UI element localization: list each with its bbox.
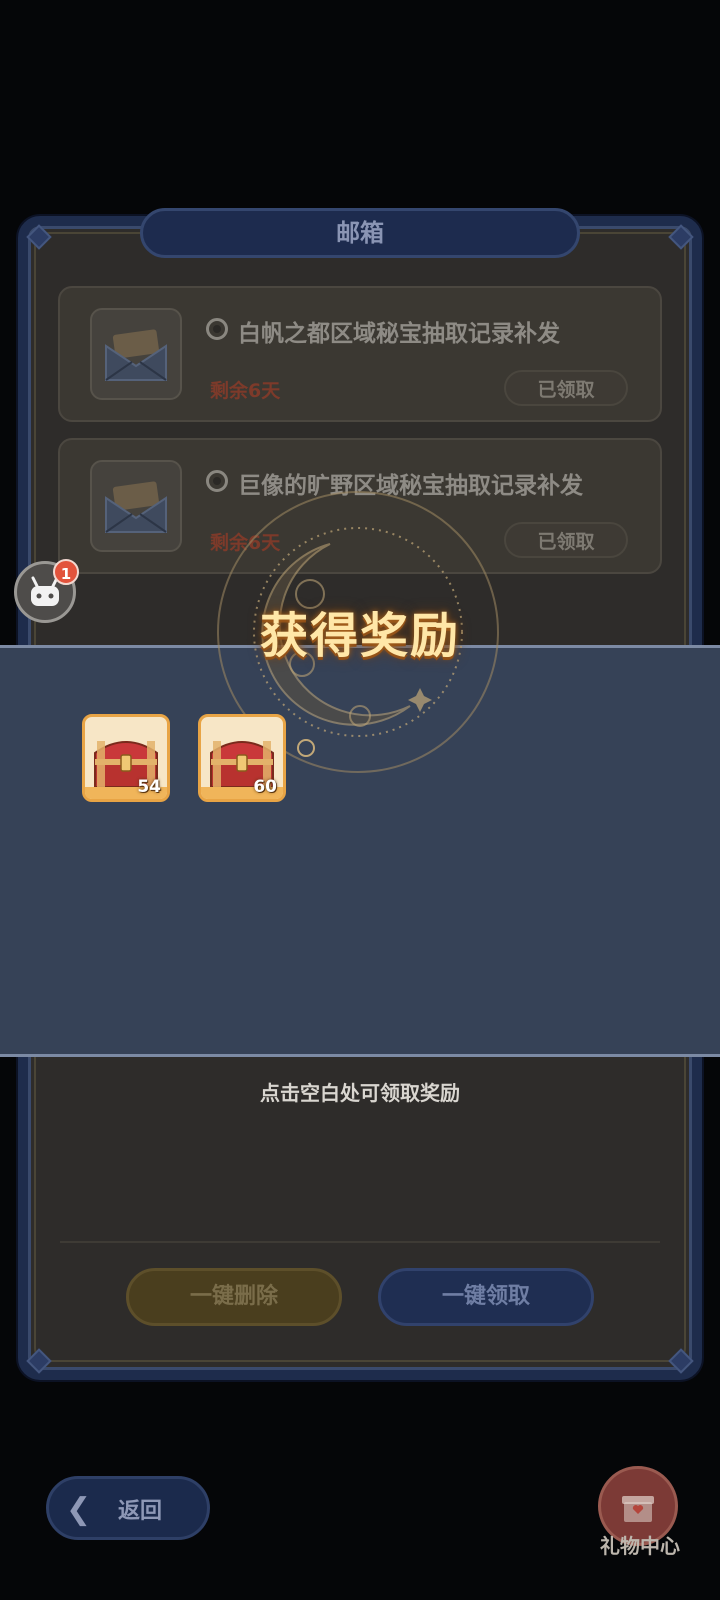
mail-title: 白帆之都区域秘宝抽取记录补发 xyxy=(238,321,560,347)
reward-item[interactable]: 54 xyxy=(82,714,170,802)
mail-remaining-time: 剩余6天 xyxy=(210,380,281,402)
reward-quantity: 54 xyxy=(137,777,161,797)
divider xyxy=(60,1241,660,1243)
mail-envelope-icon xyxy=(90,460,182,552)
mail-claimed-button[interactable]: 已领取 xyxy=(504,522,628,558)
mail-claimed-button[interactable]: 已领取 xyxy=(504,370,628,406)
back-arrow-icon: ❮ xyxy=(66,1492,92,1527)
back-button-label: 返回 xyxy=(118,1499,163,1524)
sender-avatar-icon xyxy=(206,318,228,340)
mailbox-title: 邮箱 xyxy=(336,219,384,247)
delete-all-button[interactable]: 一键删除 xyxy=(126,1268,342,1326)
reward-quantity: 60 xyxy=(253,777,277,797)
gift-center-label[interactable]: 礼物中心 xyxy=(588,1530,692,1559)
mail-envelope-icon xyxy=(90,308,182,400)
claim-all-button[interactable]: 一键领取 xyxy=(378,1268,594,1326)
notification-badge: 1 xyxy=(53,559,79,585)
tap-to-claim-hint: 点击空白处可领取奖励 xyxy=(260,1081,460,1105)
reward-title: 获得奖励 xyxy=(259,608,460,664)
reward-item[interactable]: 60 xyxy=(198,714,286,802)
